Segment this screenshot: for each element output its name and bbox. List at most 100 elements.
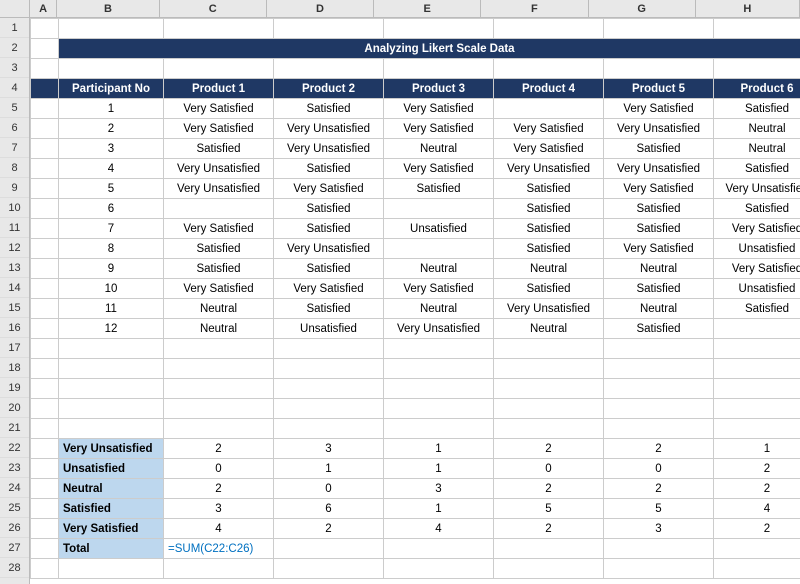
cell-p2-12[interactable]: Unsatisfied <box>274 319 384 339</box>
cell-p6-10[interactable]: Unsatisfied <box>714 279 800 299</box>
cell-p1-12[interactable]: Neutral <box>164 319 274 339</box>
cell-p3-1[interactable]: Very Satisfied <box>384 99 494 119</box>
vs-p5[interactable]: 3 <box>604 519 714 539</box>
cell-p3-12[interactable]: Very Unsatisfied <box>384 319 494 339</box>
n-p4[interactable]: 2 <box>494 479 604 499</box>
cell-p6-3[interactable]: Neutral <box>714 139 800 159</box>
col-header-b[interactable]: B <box>57 0 159 17</box>
s-p2[interactable]: 6 <box>274 499 384 519</box>
s-p1[interactable]: 3 <box>164 499 274 519</box>
cell-p4-8[interactable]: Satisfied <box>494 239 604 259</box>
col-header-g[interactable]: G <box>589 0 696 17</box>
cell-p3-6[interactable] <box>384 199 494 219</box>
cell-p6-2[interactable]: Neutral <box>714 119 800 139</box>
cell-p5-8[interactable]: Very Satisfied <box>604 239 714 259</box>
cell-p5-3[interactable]: Satisfied <box>604 139 714 159</box>
cell-num-10[interactable]: 10 <box>59 279 164 299</box>
u-p1[interactable]: 0 <box>164 459 274 479</box>
cell-p3-4[interactable]: Very Satisfied <box>384 159 494 179</box>
cell-p3-3[interactable]: Neutral <box>384 139 494 159</box>
cell-p6-4[interactable]: Satisfied <box>714 159 800 179</box>
cell-p4-1[interactable] <box>494 99 604 119</box>
cell-p5-4[interactable]: Very Unsatisfied <box>604 159 714 179</box>
cell-num-7[interactable]: 7 <box>59 219 164 239</box>
cell-p2-6[interactable]: Satisfied <box>274 199 384 219</box>
cell-num-1[interactable]: 1 <box>59 99 164 119</box>
cell-p6-1[interactable]: Satisfied <box>714 99 800 119</box>
cell-p6-6[interactable]: Satisfied <box>714 199 800 219</box>
cell-p2-11[interactable]: Satisfied <box>274 299 384 319</box>
cell-p2-3[interactable]: Very Unsatisfied <box>274 139 384 159</box>
cell-num-2[interactable]: 2 <box>59 119 164 139</box>
cell-p2-9[interactable]: Satisfied <box>274 259 384 279</box>
cell-p1-8[interactable]: Satisfied <box>164 239 274 259</box>
cell-p2-2[interactable]: Very Unsatisfied <box>274 119 384 139</box>
cell-p3-7[interactable]: Unsatisfied <box>384 219 494 239</box>
cell-p4-12[interactable]: Neutral <box>494 319 604 339</box>
cell-p4-9[interactable]: Neutral <box>494 259 604 279</box>
cell-p5-1[interactable]: Very Satisfied <box>604 99 714 119</box>
cell-p4-6[interactable]: Satisfied <box>494 199 604 219</box>
n-p5[interactable]: 2 <box>604 479 714 499</box>
col-header-e[interactable]: E <box>374 0 481 17</box>
cell-p1-2[interactable]: Very Satisfied <box>164 119 274 139</box>
cell-p5-10[interactable]: Satisfied <box>604 279 714 299</box>
cell-p1-11[interactable]: Neutral <box>164 299 274 319</box>
cell-p1-1[interactable]: Very Satisfied <box>164 99 274 119</box>
vu-p2[interactable]: 3 <box>274 439 384 459</box>
cell-p4-7[interactable]: Satisfied <box>494 219 604 239</box>
cell-p5-5[interactable]: Very Satisfied <box>604 179 714 199</box>
vu-p5[interactable]: 2 <box>604 439 714 459</box>
cell-p3-9[interactable]: Neutral <box>384 259 494 279</box>
u-p2[interactable]: 1 <box>274 459 384 479</box>
vs-p6[interactable]: 2 <box>714 519 800 539</box>
col-header-c[interactable]: C <box>160 0 267 17</box>
cell-p5-12[interactable]: Satisfied <box>604 319 714 339</box>
cell-p5-7[interactable]: Satisfied <box>604 219 714 239</box>
vu-p4[interactable]: 2 <box>494 439 604 459</box>
cell-p5-11[interactable]: Neutral <box>604 299 714 319</box>
s-p4[interactable]: 5 <box>494 499 604 519</box>
cell-p3-10[interactable]: Very Satisfied <box>384 279 494 299</box>
cell-p4-4[interactable]: Very Unsatisfied <box>494 159 604 179</box>
cell-p4-2[interactable]: Very Satisfied <box>494 119 604 139</box>
cell-p5-6[interactable]: Satisfied <box>604 199 714 219</box>
vu-p1[interactable]: 2 <box>164 439 274 459</box>
cell-p6-8[interactable]: Unsatisfied <box>714 239 800 259</box>
total-formula[interactable]: =SUM(C22:C26) <box>164 539 274 559</box>
cell-num-11[interactable]: 11 <box>59 299 164 319</box>
cell-p3-8[interactable] <box>384 239 494 259</box>
s-p3[interactable]: 1 <box>384 499 494 519</box>
cell-p1-5[interactable]: Very Unsatisfied <box>164 179 274 199</box>
s-p5[interactable]: 5 <box>604 499 714 519</box>
n-p3[interactable]: 3 <box>384 479 494 499</box>
cell-p6-9[interactable]: Very Satisfied <box>714 259 800 279</box>
cell-p4-3[interactable]: Very Satisfied <box>494 139 604 159</box>
u-p4[interactable]: 0 <box>494 459 604 479</box>
cell-p6-11[interactable]: Satisfied <box>714 299 800 319</box>
vs-p1[interactable]: 4 <box>164 519 274 539</box>
cell-p2-10[interactable]: Very Satisfied <box>274 279 384 299</box>
cell-p5-2[interactable]: Very Unsatisfied <box>604 119 714 139</box>
col-header-d[interactable]: D <box>267 0 374 17</box>
vs-p2[interactable]: 2 <box>274 519 384 539</box>
u-p3[interactable]: 1 <box>384 459 494 479</box>
cell-p1-7[interactable]: Very Satisfied <box>164 219 274 239</box>
cell-num-5[interactable]: 5 <box>59 179 164 199</box>
s-p6[interactable]: 4 <box>714 499 800 519</box>
cell-p4-5[interactable]: Satisfied <box>494 179 604 199</box>
cell-p5-9[interactable]: Neutral <box>604 259 714 279</box>
u-p5[interactable]: 0 <box>604 459 714 479</box>
cell-p2-7[interactable]: Satisfied <box>274 219 384 239</box>
cell-num-6[interactable]: 6 <box>59 199 164 219</box>
cell-p3-11[interactable]: Neutral <box>384 299 494 319</box>
cell-p1-9[interactable]: Satisfied <box>164 259 274 279</box>
vs-p3[interactable]: 4 <box>384 519 494 539</box>
cell-p2-8[interactable]: Very Unsatisfied <box>274 239 384 259</box>
cell-p3-2[interactable]: Very Satisfied <box>384 119 494 139</box>
cell-p1-6[interactable] <box>164 199 274 219</box>
n-p2[interactable]: 0 <box>274 479 384 499</box>
cell-p2-5[interactable]: Very Satisfied <box>274 179 384 199</box>
cell-p2-1[interactable]: Satisfied <box>274 99 384 119</box>
cell-p6-12[interactable] <box>714 319 800 339</box>
